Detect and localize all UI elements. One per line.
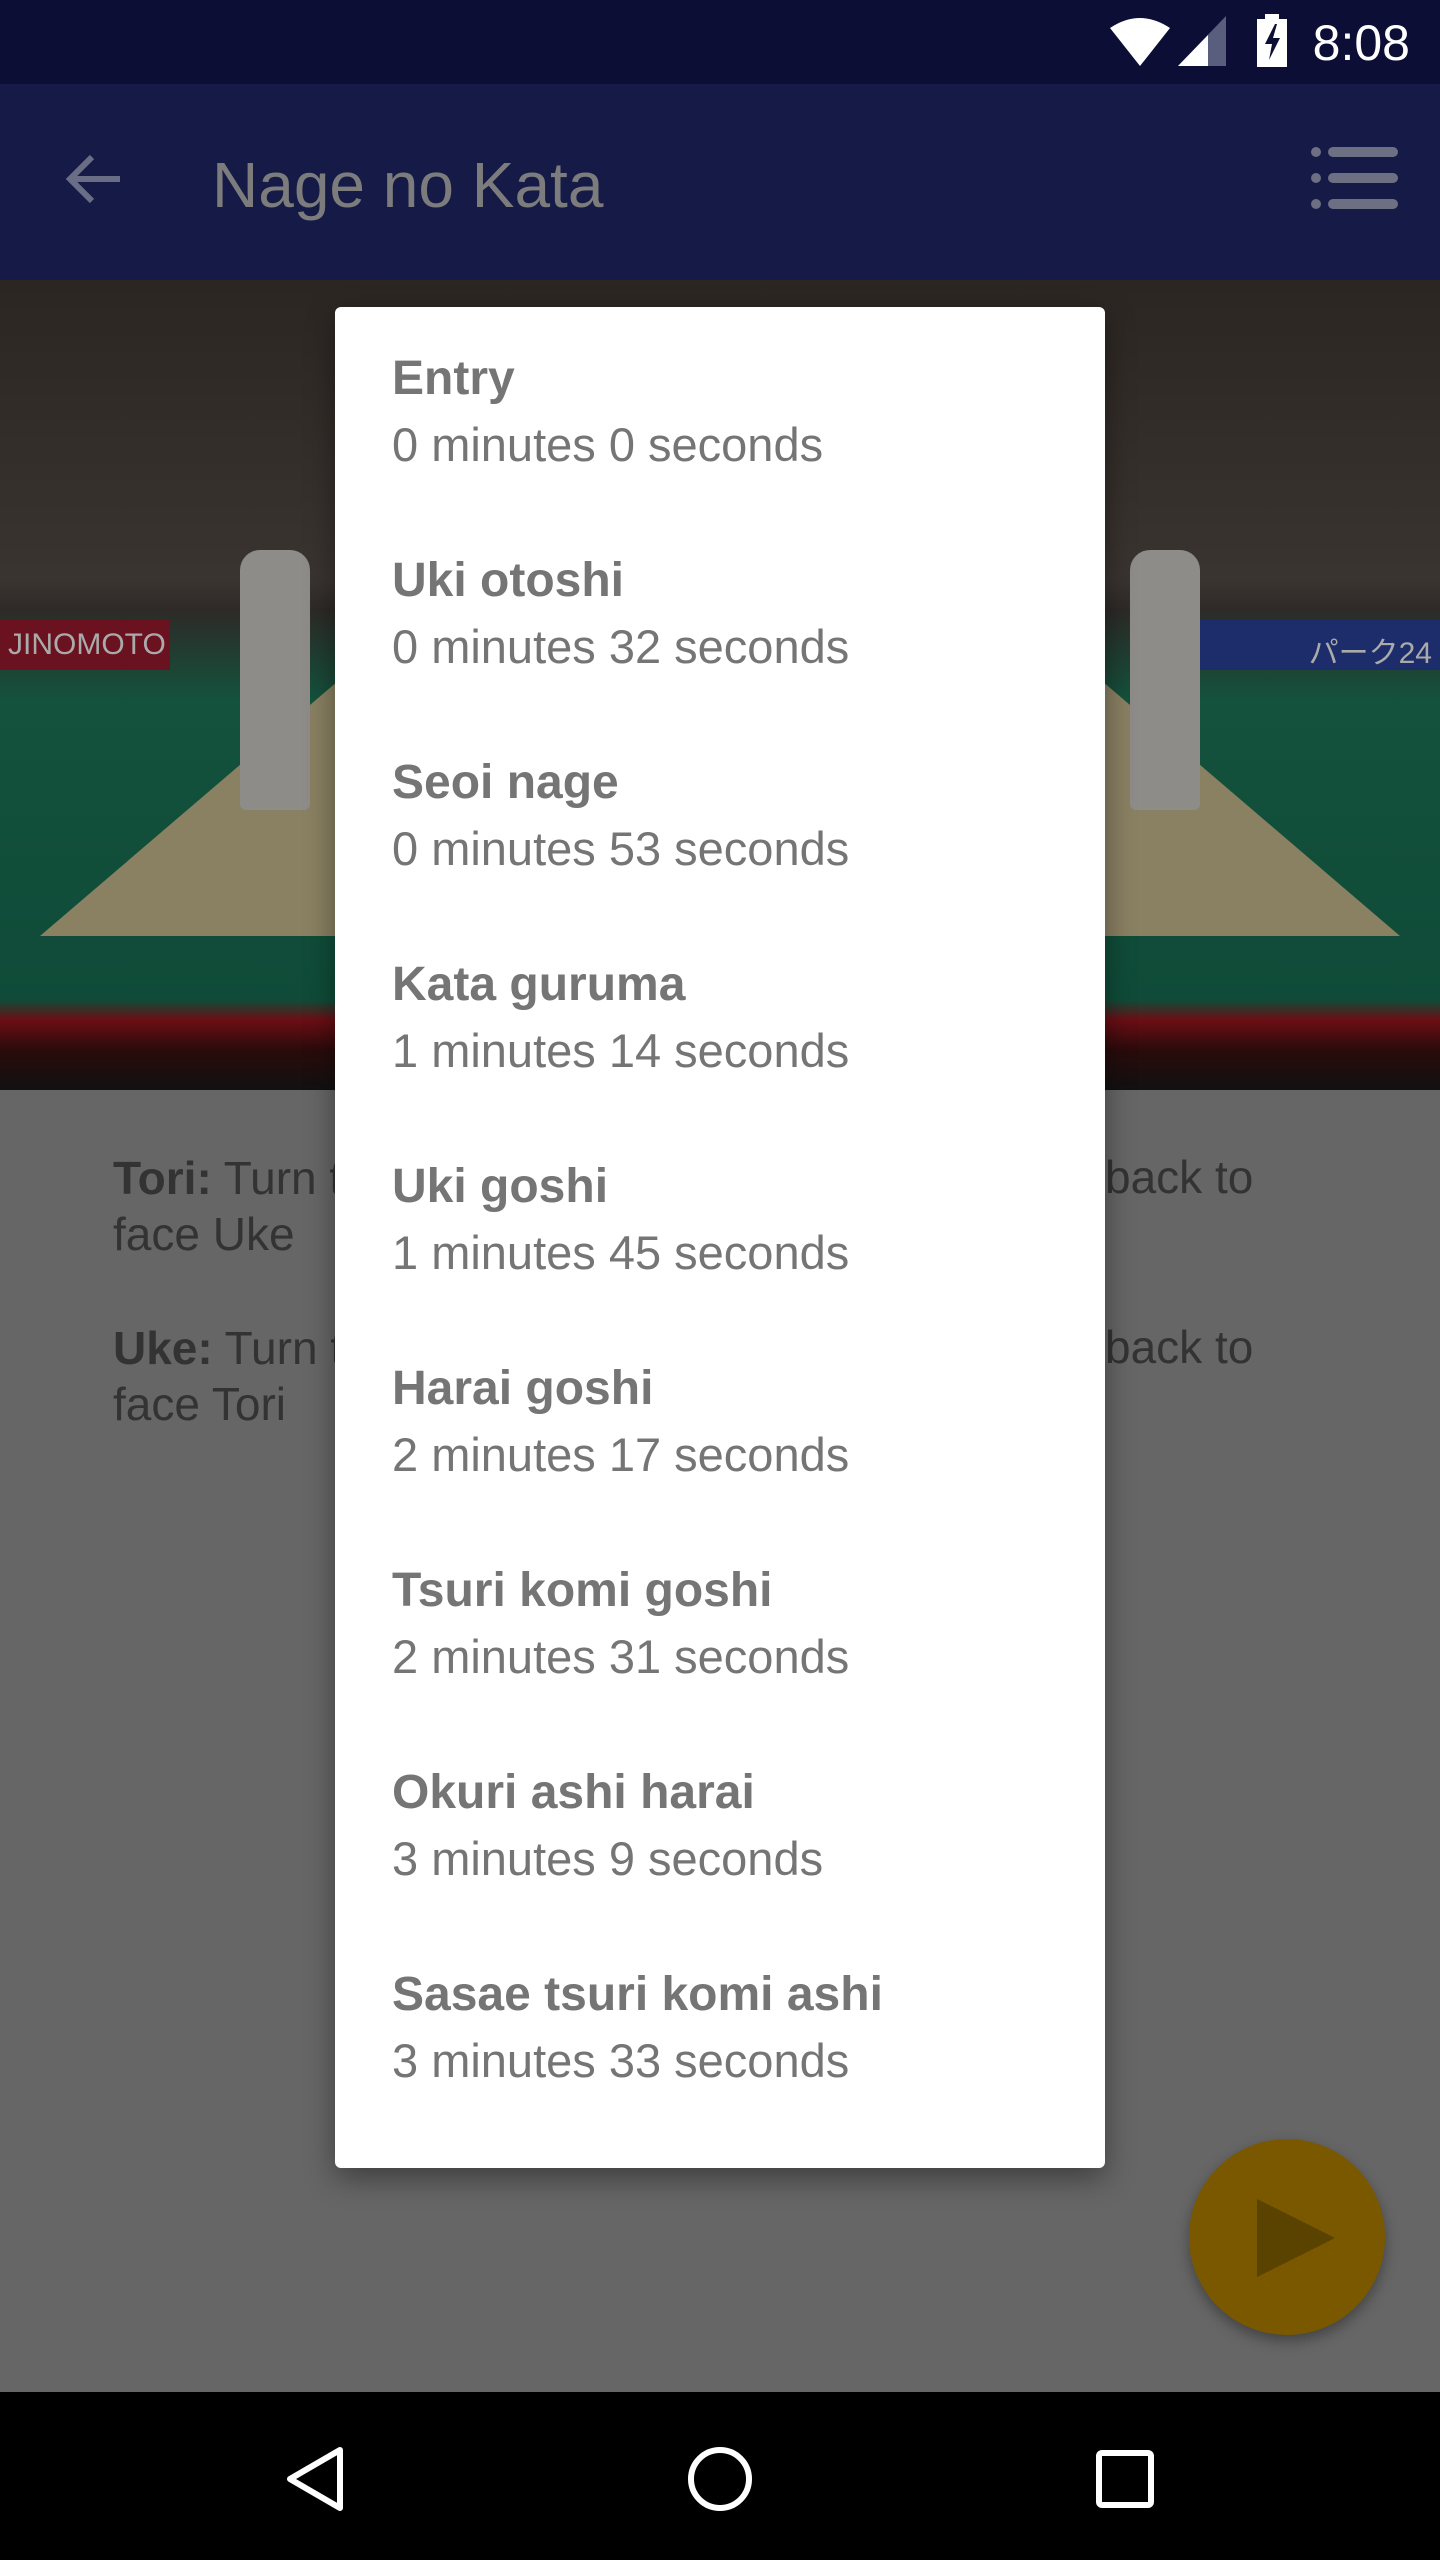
chapter-time: 3 minutes 9 seconds bbox=[392, 1832, 824, 1885]
home-circle-icon[interactable] bbox=[685, 2444, 755, 2514]
uke-text-right: back to bbox=[1105, 1321, 1254, 1373]
chapter-time: 2 minutes 31 seconds bbox=[392, 1630, 850, 1683]
tori-text: Turn t bbox=[211, 1152, 343, 1204]
judoka-left bbox=[240, 550, 310, 810]
page-title: Nage no Kata bbox=[212, 149, 604, 221]
uke-text: Turn t bbox=[212, 1322, 344, 1374]
chapter-item[interactable]: Uki goshi 1 minutes 45 seconds bbox=[392, 1157, 849, 1347]
app-bar: Nage no Kata bbox=[0, 84, 1440, 280]
uke-line: Uke: Turn t bbox=[113, 1320, 343, 1376]
status-bar: 8:08 bbox=[0, 0, 1440, 84]
chapter-time: 0 minutes 32 seconds bbox=[392, 620, 850, 673]
chapter-title: Tsuri komi goshi bbox=[392, 1564, 773, 1617]
judoka-right bbox=[1130, 550, 1200, 810]
chapter-item[interactable]: Sasae tsuri komi ashi 3 minutes 33 second… bbox=[392, 1965, 883, 2155]
uke-label: Uke: bbox=[113, 1322, 213, 1374]
play-button[interactable] bbox=[1189, 2139, 1385, 2335]
banner-right: パーク24 bbox=[1200, 620, 1440, 670]
chapter-item[interactable]: Harai goshi 2 minutes 17 seconds bbox=[392, 1359, 849, 1549]
clock: 8:08 bbox=[1312, 15, 1410, 71]
play-icon bbox=[1257, 2199, 1335, 2277]
arrow-left-icon[interactable] bbox=[60, 144, 130, 214]
chapter-item[interactable]: Okuri ashi harai 3 minutes 9 seconds bbox=[392, 1763, 823, 1953]
chapter-title: Uki goshi bbox=[392, 1160, 609, 1213]
chapter-title: Uki otoshi bbox=[392, 554, 625, 607]
back-triangle-icon[interactable] bbox=[282, 2444, 352, 2514]
chapter-title: Entry bbox=[392, 352, 515, 405]
chapter-time: 1 minutes 45 seconds bbox=[392, 1226, 850, 1279]
chapter-time: 0 minutes 53 seconds bbox=[392, 822, 850, 875]
chapter-title: Sasae tsuri komi ashi bbox=[392, 1968, 883, 2021]
tori-label: Tori: bbox=[113, 1152, 212, 1204]
battery-charging-icon bbox=[1257, 14, 1287, 67]
chapter-time: 0 minutes 0 seconds bbox=[392, 418, 824, 471]
chapter-item[interactable]: Entry 0 minutes 0 seconds bbox=[392, 349, 823, 539]
chapter-title: Okuri ashi harai bbox=[392, 1766, 755, 1819]
list-icon[interactable] bbox=[1310, 144, 1400, 214]
tori-line2: face Uke bbox=[113, 1208, 295, 1260]
chapter-title: Kata guruma bbox=[392, 958, 686, 1011]
chapter-item[interactable]: Kata guruma 1 minutes 14 seconds bbox=[392, 955, 849, 1145]
recents-square-icon[interactable] bbox=[1090, 2444, 1160, 2514]
banner-left: JINOMOTO bbox=[0, 620, 170, 670]
chapter-time: 1 minutes 14 seconds bbox=[392, 1024, 850, 1077]
chapter-title: Seoi nage bbox=[392, 756, 619, 809]
chapter-item[interactable]: Seoi nage 0 minutes 53 seconds bbox=[392, 753, 849, 943]
chapter-time: 3 minutes 33 seconds bbox=[392, 2034, 850, 2087]
chapter-item[interactable]: Tsuri komi goshi 2 minutes 31 seconds bbox=[392, 1561, 849, 1751]
tori-text-right: back to bbox=[1105, 1151, 1254, 1203]
chapter-item[interactable]: Uki otoshi 0 minutes 32 seconds bbox=[392, 551, 849, 741]
chapter-dialog: Entry 0 minutes 0 seconds Uki otoshi 0 minu… bbox=[335, 307, 1105, 2168]
wifi-icon bbox=[1110, 18, 1170, 66]
chapter-title: Harai goshi bbox=[392, 1362, 654, 1415]
signal-icon bbox=[1178, 16, 1226, 66]
chapter-time: 2 minutes 17 seconds bbox=[392, 1428, 850, 1481]
tori-line: Tori: Turn t bbox=[113, 1150, 342, 1206]
nav-bar bbox=[0, 2392, 1440, 2560]
uke-line2: face Tori bbox=[113, 1378, 287, 1430]
